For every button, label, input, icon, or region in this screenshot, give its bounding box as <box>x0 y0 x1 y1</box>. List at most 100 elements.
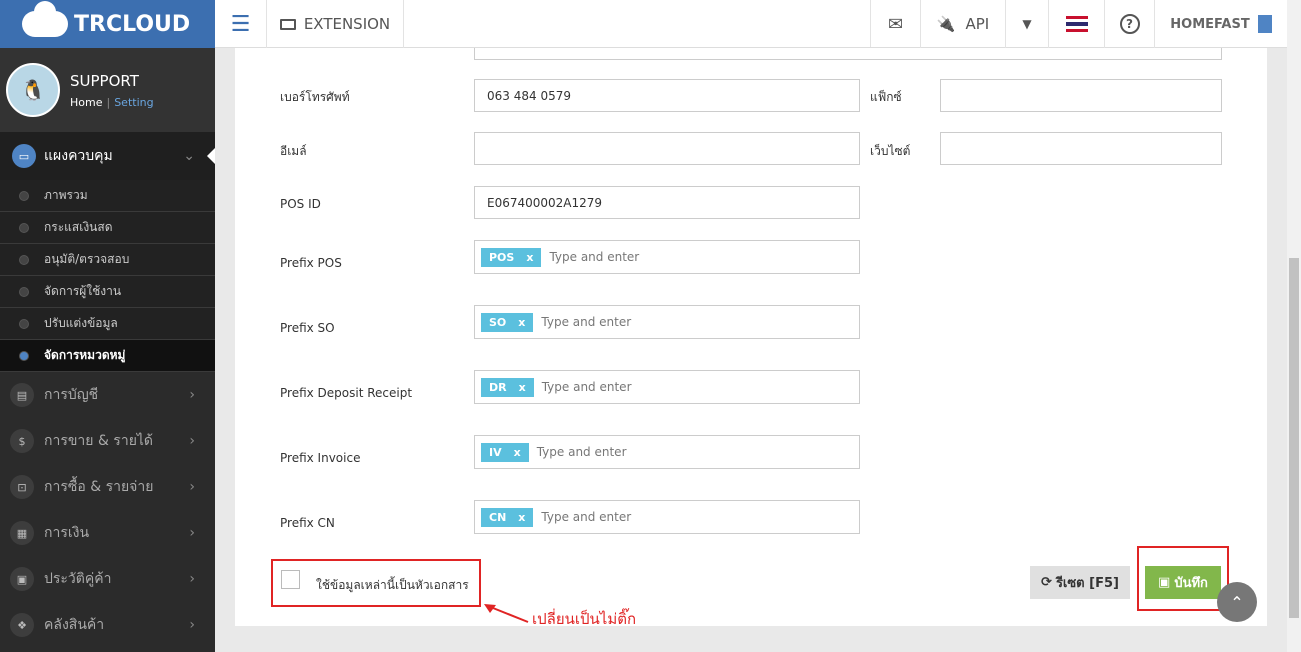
menu-label: การบัญชี <box>44 387 99 403</box>
phone-input[interactable]: 063 484 0579 <box>474 79 860 112</box>
question-icon: ? <box>1119 14 1140 34</box>
tag-remove-icon[interactable]: x <box>526 251 533 264</box>
website-input[interactable] <box>940 132 1222 165</box>
topbar-spacer <box>404 0 871 47</box>
tag-placeholder: Type and enter <box>549 250 640 264</box>
prefix-so-input[interactable]: SO x Type and enter <box>474 305 860 339</box>
building-icon <box>1257 15 1272 33</box>
chevron-down-icon: ⌄ <box>183 148 195 164</box>
language-button[interactable] <box>1049 0 1105 48</box>
prefix-dr-input[interactable]: DR x Type and enter <box>474 370 860 404</box>
tag-label: SO <box>489 315 507 329</box>
sub-item-categories[interactable]: จัดการหมวดหมู่ <box>0 340 215 372</box>
api-button[interactable]: 🔌 API <box>921 0 1006 48</box>
avatar[interactable]: 🐧 <box>6 63 60 117</box>
monitor-icon: ▭ <box>12 144 36 168</box>
help-button[interactable]: ? <box>1105 0 1155 48</box>
book-icon: ▤ <box>10 383 34 407</box>
caret-down-icon[interactable]: ▼ <box>1006 0 1049 48</box>
floppy-icon: ▣ <box>1158 575 1171 590</box>
menu-label: การขาย & รายได้ <box>44 433 154 449</box>
refresh-icon: ⟳ <box>1041 575 1052 590</box>
prefix-iv-input[interactable]: IV x Type and enter <box>474 435 860 469</box>
tag-placeholder: Type and enter <box>541 315 632 329</box>
scroll-top-button[interactable]: ⌃ <box>1217 582 1257 622</box>
thai-flag-icon <box>1065 16 1088 32</box>
calendar-icon: ▦ <box>10 521 34 545</box>
phone-label: เบอร์โทรศัพท์ <box>280 90 350 104</box>
reset-label: รีเซต [F5] <box>1055 576 1119 591</box>
sidebar: TRCLOUD 🐧 SUPPORT Home | Setting ▭ แผงควบคุ… <box>0 0 215 652</box>
menu-purchase[interactable]: ⊡ การซื้อ & รายจ่าย › <box>0 464 215 510</box>
prefix-cn-input[interactable]: CN x Type and enter <box>474 500 860 534</box>
header-checkbox-label: ใช้ข้อมูลเหล่านี้เป็นหัวเอกสาร <box>316 578 469 592</box>
brand-logo[interactable]: TRCLOUD <box>0 0 215 48</box>
prefix-dr-label: Prefix Deposit Receipt <box>280 386 413 400</box>
chevron-right-icon: › <box>189 617 195 633</box>
menu-label: การเงิน <box>44 525 90 541</box>
menu-dashboard[interactable]: ▭ แผงควบคุม ⌄ <box>0 132 215 180</box>
tag-label: DR <box>489 380 507 394</box>
tag-label: POS <box>489 250 515 264</box>
tag-placeholder: Type and enter <box>541 510 632 524</box>
menu-accounting[interactable]: ▤ การบัญชี › <box>0 372 215 418</box>
hamburger-icon[interactable]: ☰ <box>215 0 267 48</box>
chevron-right-icon: › <box>189 433 195 449</box>
tag-remove-icon[interactable]: x <box>518 511 525 524</box>
chevron-right-icon: › <box>189 571 195 587</box>
tag-remove-icon[interactable]: x <box>514 446 521 459</box>
brand-name: TRCLOUD <box>74 11 191 37</box>
sub-item-approval[interactable]: อนุมัติ/ตรวจสอบ <box>0 244 215 276</box>
sub-item-cashflow[interactable]: กระแสเงินสด <box>0 212 215 244</box>
sub-item-users[interactable]: จัดการผู้ใช้งาน <box>0 276 215 308</box>
prefix-tag: DR x <box>481 377 534 397</box>
menu-sales[interactable]: $ การขาย & รายได้ › <box>0 418 215 464</box>
website-label: เว็บไซต์ <box>870 144 911 158</box>
fax-label: แฟ็กซ์ <box>870 90 902 104</box>
contact-book-icon: ▣ <box>10 567 34 591</box>
reset-button[interactable]: ⟳ รีเซต [F5] <box>1030 566 1130 599</box>
api-label: API <box>965 15 990 33</box>
cloud-icon <box>22 1 68 37</box>
email-input[interactable] <box>474 132 860 165</box>
tag-remove-icon[interactable]: x <box>519 381 526 394</box>
email-label: อีเมล์ <box>280 144 307 158</box>
profile-name: SUPPORT <box>70 71 139 90</box>
menu-label: การซื้อ & รายจ่าย <box>44 479 154 495</box>
tag-remove-icon[interactable]: x <box>518 316 525 329</box>
prefix-tag: POS x <box>481 247 542 267</box>
chevron-up-icon: ⌃ <box>1230 592 1244 612</box>
menu-label: คลังสินค้า <box>44 617 105 633</box>
company-button[interactable]: HOMEFAST <box>1155 0 1287 48</box>
topbar: ☰ EXTENSION ✉ 🔌 API ▼ ? HOMEFAST <box>215 0 1287 48</box>
posid-label: POS ID <box>280 197 321 211</box>
scrollbar-thumb[interactable] <box>1289 258 1299 618</box>
annotation-arrow-icon <box>484 604 529 623</box>
menu-finance[interactable]: ▦ การเงิน › <box>0 510 215 556</box>
sub-item-settings[interactable]: ปรับแต่งข้อมูล <box>0 308 215 340</box>
profile: 🐧 SUPPORT Home | Setting <box>0 48 215 132</box>
prefix-pos-label: Prefix POS <box>280 256 342 270</box>
save-button[interactable]: ▣ บันทึก <box>1145 566 1221 599</box>
menu-label: ประวัติคู่ค้า <box>44 571 112 587</box>
chevron-right-icon: › <box>189 479 195 495</box>
tag-label: IV <box>489 445 502 459</box>
chevron-right-icon: › <box>189 387 195 403</box>
menu-inventory[interactable]: ❖ คลังสินค้า › <box>0 602 215 648</box>
posid-input[interactable]: E067400002A1279 <box>474 186 860 219</box>
mail-icon[interactable]: ✉ <box>871 0 921 48</box>
home-link[interactable]: Home <box>70 96 102 109</box>
page-scrollbar[interactable] <box>1287 0 1301 652</box>
tag-label: CN <box>489 510 507 524</box>
header-checkbox[interactable] <box>281 570 300 589</box>
sub-item-overview[interactable]: ภาพรวม <box>0 180 215 212</box>
setting-link[interactable]: Setting <box>114 96 153 109</box>
menu-contacts[interactable]: ▣ ประวัติคู่ค้า › <box>0 556 215 602</box>
prefix-pos-input[interactable]: POS x Type and enter <box>474 240 860 274</box>
extension-button[interactable]: EXTENSION <box>267 0 404 48</box>
address-textarea[interactable] <box>474 48 1222 60</box>
plug-icon: 🔌 <box>936 15 956 33</box>
fax-input[interactable] <box>940 79 1222 112</box>
prefix-tag: SO x <box>481 312 534 332</box>
extension-label: EXTENSION <box>303 15 391 33</box>
